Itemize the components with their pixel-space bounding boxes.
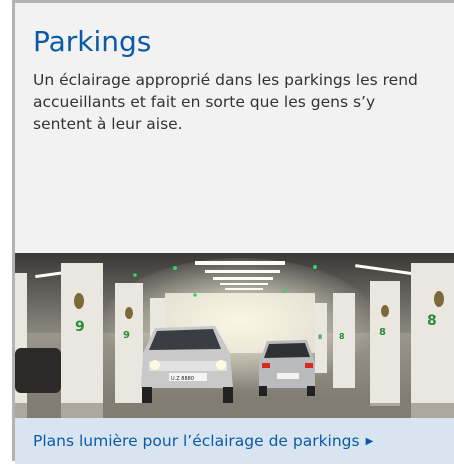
license-plate: U.Z 8880	[171, 376, 194, 382]
card-description: Un éclairage approprié dans les parkings…	[33, 71, 418, 133]
card-title: Parkings	[33, 25, 152, 58]
pillar-number: 9	[75, 319, 85, 335]
pillar-number: 8	[318, 334, 322, 341]
parking-photo: 9 9 9 8 8 8 8	[15, 253, 454, 418]
lighting-plans-link-label[interactable]: Plans lumière pour l’éclairage de parkin…	[33, 432, 360, 450]
lighting-plans-link[interactable]: Plans lumière pour l’éclairage de parkin…	[15, 418, 454, 464]
pillar-number: 8	[379, 327, 386, 338]
triangle-right-icon: ▶	[365, 435, 374, 447]
pillar-number: 8	[339, 332, 345, 341]
parking-card: Parkings Un éclairage approprié dans les…	[12, 0, 454, 464]
pillar-number: 9	[123, 330, 130, 341]
parking-garage-image: 9 9 9 8 8 8 8	[15, 253, 454, 418]
pillar-number: 8	[427, 313, 437, 329]
rear-car	[259, 340, 315, 396]
